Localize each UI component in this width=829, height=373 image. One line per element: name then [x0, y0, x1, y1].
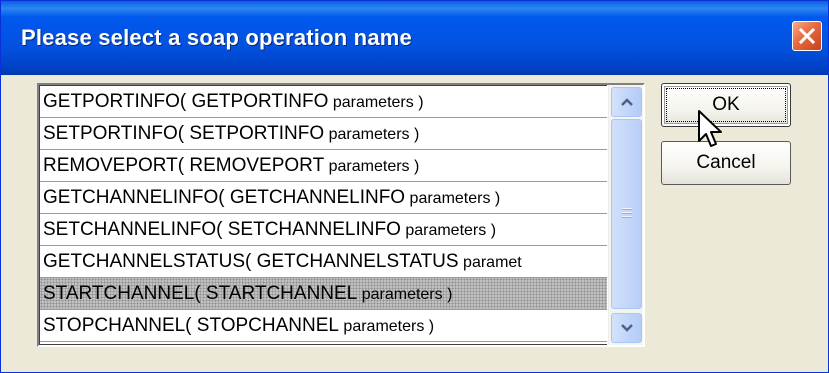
dialog-body: GETPORTINFO( GETPORTINFO parameters ) SE…: [5, 75, 824, 368]
mouse-pointer-icon: [698, 110, 722, 147]
operation-params: parameters ): [338, 318, 435, 335]
operation-params: parameters ): [328, 94, 424, 111]
close-icon: [798, 27, 816, 45]
list-item[interactable]: GETCHANNELINFO( GETCHANNELINFO parameter…: [40, 182, 607, 214]
operation-params: parameters ): [324, 158, 420, 175]
operation-name: GETCHANNELSTATUS( GETCHANNELSTATUS: [43, 251, 459, 272]
list-item[interactable]: SETPORTINFO( SETPORTINFO parameters ): [40, 118, 607, 150]
operation-list: GETPORTINFO( GETPORTINFO parameters ) SE…: [39, 85, 607, 345]
operation-params: parameters ): [324, 126, 420, 143]
scroll-down-button[interactable]: [611, 313, 642, 343]
operation-params: parameters ): [400, 222, 497, 239]
operation-name: GETPORTINFO( GETPORTINFO: [43, 91, 329, 112]
title-bar[interactable]: Please select a soap operation name: [1, 1, 828, 75]
chevron-down-icon: [620, 324, 633, 332]
select-soap-operation-dialog: Please select a soap operation name GETP…: [0, 0, 829, 373]
scroll-thumb[interactable]: [611, 119, 642, 309]
operation-name: REMOVEPORT( REMOVEPORT: [43, 155, 325, 176]
operation-name: STARTCHANNEL( STARTCHANNEL: [43, 283, 358, 304]
operation-params: parameters ): [357, 286, 453, 303]
operation-name: SETPORTINFO( SETPORTINFO: [43, 123, 325, 144]
operation-name: GETCHANNELINFO( GETCHANNELINFO: [43, 187, 406, 208]
dialog-title: Please select a soap operation name: [21, 25, 412, 50]
list-item[interactable]: STOPCHANNEL( STOPCHANNEL parameters ): [40, 310, 607, 342]
grip-icon: [622, 208, 632, 220]
operation-params: paramet: [458, 254, 522, 271]
close-button[interactable]: [792, 21, 822, 51]
operation-name: SETCHANNELINFO( SETCHANNELINFO: [43, 219, 401, 240]
operation-params: parameters ): [405, 190, 501, 207]
vertical-scrollbar[interactable]: [608, 85, 643, 345]
list-item[interactable]: GETCHANNELSTATUS( GETCHANNELSTATUS param…: [40, 246, 607, 278]
operation-listbox[interactable]: GETPORTINFO( GETPORTINFO parameters ) SE…: [37, 83, 645, 347]
operation-name: STOPCHANNEL( STOPCHANNEL: [43, 315, 339, 336]
scroll-up-button[interactable]: [611, 87, 642, 117]
list-item-selected[interactable]: STARTCHANNEL( STARTCHANNEL parameters ): [40, 278, 607, 310]
chevron-up-icon: [620, 98, 633, 106]
list-item[interactable]: GETPORTINFO( GETPORTINFO parameters ): [40, 86, 607, 118]
list-item[interactable]: SETCHANNELINFO( SETCHANNELINFO parameter…: [40, 214, 607, 246]
list-item[interactable]: REMOVEPORT( REMOVEPORT parameters ): [40, 150, 607, 182]
